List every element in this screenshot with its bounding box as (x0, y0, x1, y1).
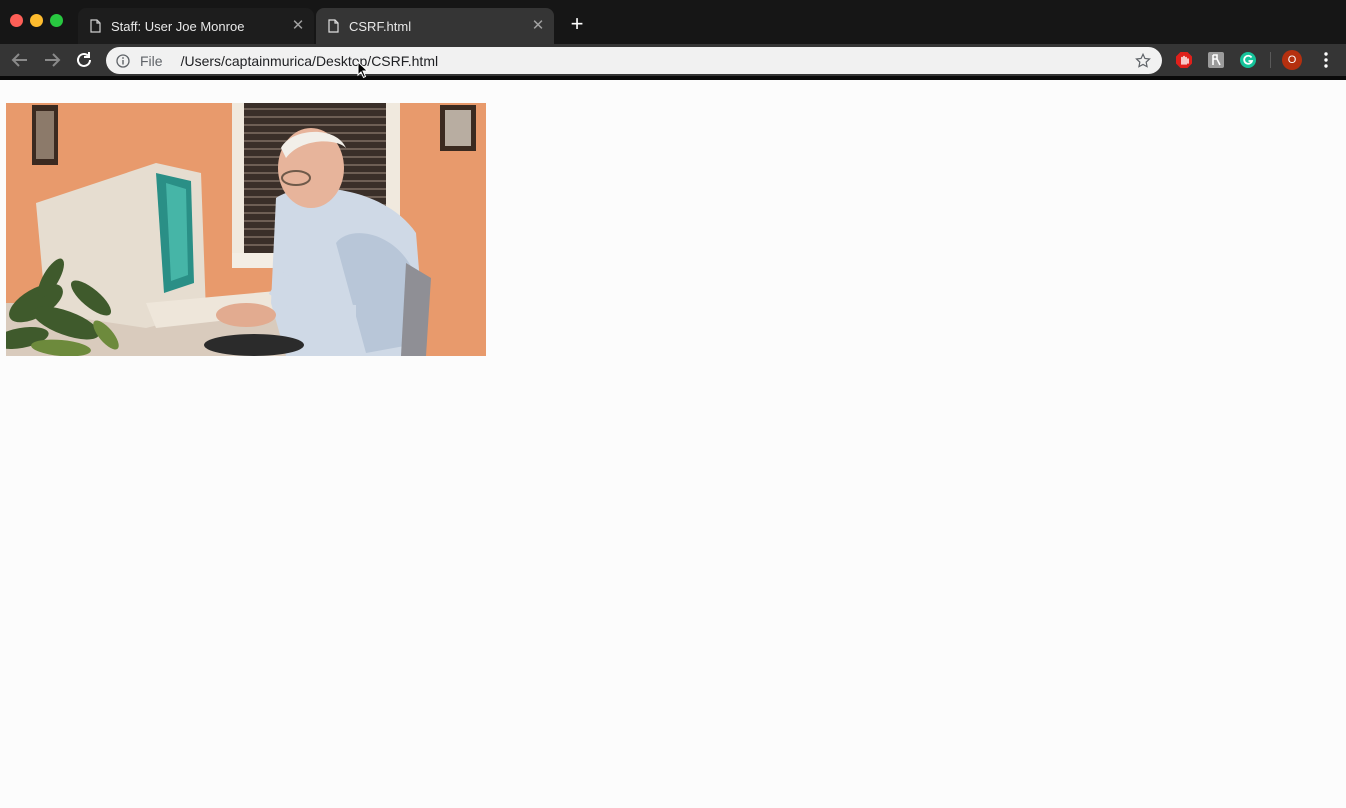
close-tab-icon[interactable]: ✕ (528, 16, 548, 36)
forward-button[interactable] (40, 48, 64, 72)
back-button[interactable] (8, 48, 32, 72)
close-tab-icon[interactable]: ✕ (288, 16, 308, 36)
scheme-label: File (140, 52, 163, 69)
browser-window-chrome: Staff: User Joe Monroe ✕ CSRF.html ✕ + F… (0, 0, 1346, 80)
mouse-cursor-icon (357, 61, 369, 79)
old-man-computer-gif (6, 103, 486, 356)
page-content (0, 80, 1346, 808)
arrow-right-icon (45, 53, 61, 67)
tab-staff-user[interactable]: Staff: User Joe Monroe ✕ (78, 8, 314, 44)
toolbar-separator (1270, 52, 1271, 68)
tab-title: CSRF.html (349, 18, 412, 34)
reload-icon (77, 52, 91, 67)
kebab-menu-icon[interactable] (1318, 50, 1334, 70)
new-tab-button[interactable]: + (565, 12, 589, 36)
minimize-window-button[interactable] (30, 14, 43, 27)
reload-button[interactable] (72, 48, 96, 72)
document-icon (328, 19, 339, 33)
address-bar[interactable]: File /Users/captainmurica/Desktop/CSRF.h… (106, 47, 1162, 74)
tab-strip: Staff: User Joe Monroe ✕ CSRF.html ✕ + (0, 0, 1346, 44)
adblock-icon[interactable] (1175, 51, 1193, 69)
maximize-window-button[interactable] (50, 14, 63, 27)
star-icon[interactable] (1134, 52, 1152, 70)
arrow-left-icon (11, 53, 27, 67)
document-icon (90, 19, 101, 33)
grammarly-icon[interactable] (1239, 51, 1257, 69)
gray-extension-icon[interactable] (1207, 51, 1225, 69)
close-window-button[interactable] (10, 14, 23, 27)
toolbar: File /Users/captainmurica/Desktop/CSRF.h… (0, 44, 1346, 76)
tab-csrf[interactable]: CSRF.html ✕ (316, 8, 554, 44)
tab-title: Staff: User Joe Monroe (111, 18, 245, 34)
info-icon[interactable] (116, 53, 130, 68)
url-text[interactable]: /Users/captainmurica/Desktop/CSRF.html (181, 53, 1134, 69)
profile-avatar[interactable]: O (1282, 50, 1302, 70)
